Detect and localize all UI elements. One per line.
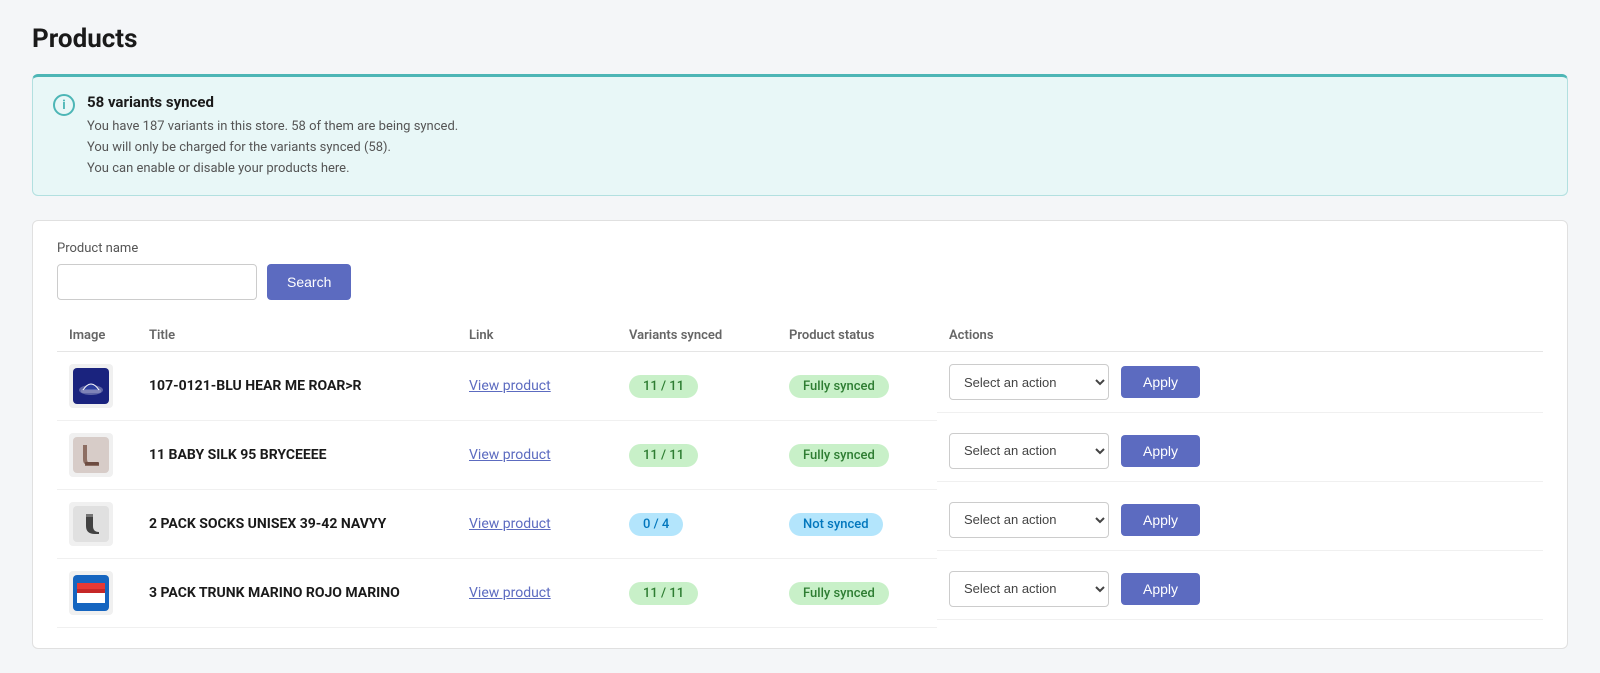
search-row: Search [57, 264, 1543, 300]
products-table: Image Title Link Variants synced Product… [57, 320, 1543, 628]
product-image-1 [69, 364, 113, 408]
view-product-link-2[interactable]: View product [469, 447, 551, 463]
search-button[interactable]: Search [267, 264, 351, 300]
product-title-3: 2 PACK SOCKS UNISEX 39-42 NAVYY [149, 516, 386, 532]
apply-button-4[interactable]: Apply [1121, 573, 1200, 605]
variants-badge-3: 0 / 4 [629, 513, 683, 536]
status-badge-4: Fully synced [789, 582, 889, 605]
variants-badge-4: 11 / 11 [629, 582, 698, 605]
table-row: 107-0121-BLU HEAR ME ROAR>R View product… [57, 352, 1543, 421]
info-icon: i [53, 94, 75, 116]
status-badge-1: Fully synced [789, 375, 889, 398]
action-select-2[interactable]: Select an action Enable sync Disable syn… [949, 433, 1109, 469]
info-banner-line2: You will only be charged for the variant… [87, 138, 458, 159]
product-image-2 [69, 433, 113, 477]
info-banner-line3: You can enable or disable your products … [87, 159, 458, 180]
table-row: 3 PACK TRUNK MARINO ROJO MARINO View pro… [57, 559, 1543, 628]
col-header-actions: Actions [937, 320, 1543, 352]
status-badge-2: Fully synced [789, 444, 889, 467]
info-content: 58 variants synced You have 187 variants… [87, 93, 458, 179]
apply-button-3[interactable]: Apply [1121, 504, 1200, 536]
view-product-link-1[interactable]: View product [469, 378, 551, 394]
search-input[interactable] [57, 264, 257, 300]
product-title-4: 3 PACK TRUNK MARINO ROJO MARINO [149, 585, 400, 601]
view-product-link-4[interactable]: View product [469, 585, 551, 601]
status-badge-3: Not synced [789, 513, 883, 536]
search-label: Product name [57, 241, 1543, 256]
product-title-2: 11 BABY SILK 95 BRYCEEEE [149, 447, 327, 463]
col-header-variants: Variants synced [617, 320, 777, 352]
col-header-image: Image [57, 320, 137, 352]
apply-button-1[interactable]: Apply [1121, 366, 1200, 398]
info-banner-title: 58 variants synced [87, 93, 458, 111]
product-image-4 [69, 571, 113, 615]
table-row: 2 PACK SOCKS UNISEX 39-42 NAVYY View pro… [57, 490, 1543, 559]
action-select-4[interactable]: Select an action Enable sync Disable syn… [949, 571, 1109, 607]
info-banner-line1: You have 187 variants in this store. 58 … [87, 117, 458, 138]
action-select-1[interactable]: Select an action Enable sync Disable syn… [949, 364, 1109, 400]
apply-button-2[interactable]: Apply [1121, 435, 1200, 467]
col-header-status: Product status [777, 320, 937, 352]
variants-badge-1: 11 / 11 [629, 375, 698, 398]
variants-badge-2: 11 / 11 [629, 444, 698, 467]
view-product-link-3[interactable]: View product [469, 516, 551, 532]
col-header-link: Link [457, 320, 617, 352]
product-image-3 [69, 502, 113, 546]
page-title: Products [32, 24, 1568, 54]
product-title-1: 107-0121-BLU HEAR ME ROAR>R [149, 378, 362, 394]
main-section: Product name Search Image Title Link Var… [32, 220, 1568, 649]
col-header-title: Title [137, 320, 457, 352]
table-row: 11 BABY SILK 95 BRYCEEEE View product 11… [57, 421, 1543, 490]
info-banner: i 58 variants synced You have 187 varian… [32, 74, 1568, 196]
action-select-3[interactable]: Select an action Enable sync Disable syn… [949, 502, 1109, 538]
